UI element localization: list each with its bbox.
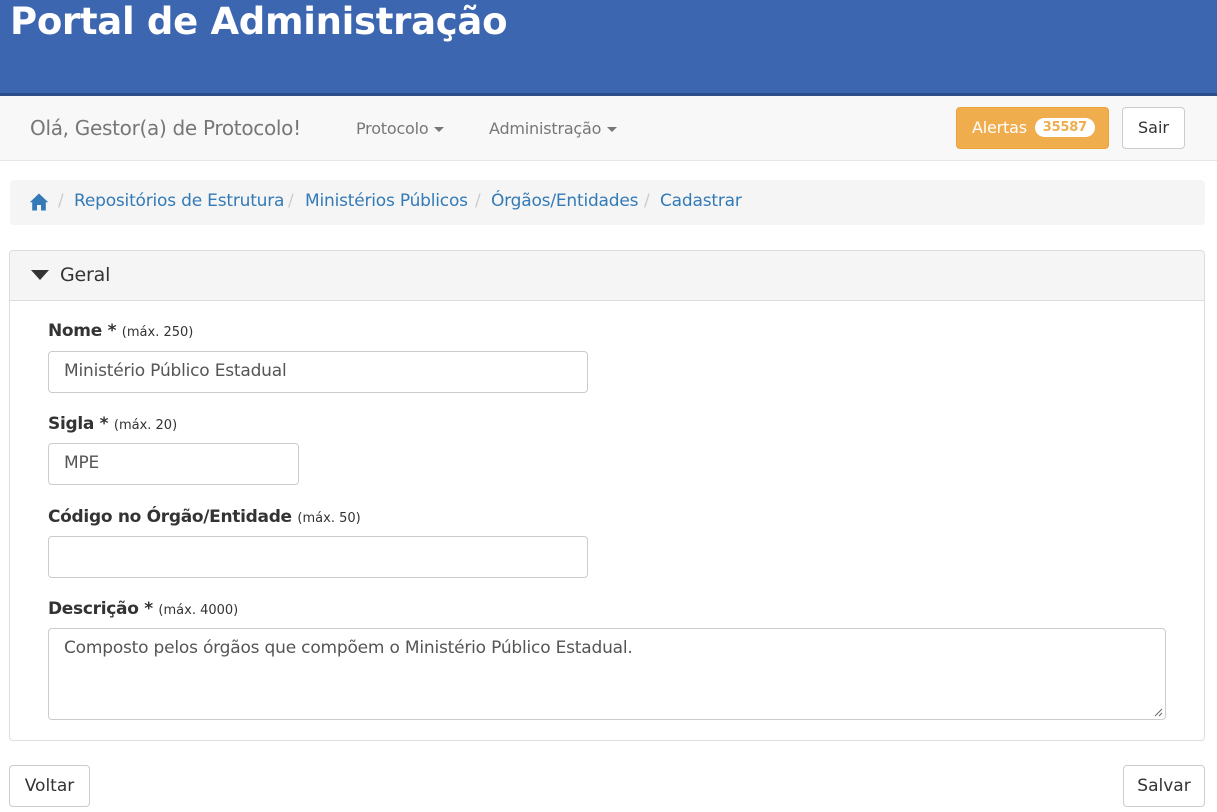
nome-hint: (máx. 250) <box>121 325 194 340</box>
nome-label: Nome * (máx. 250) <box>48 321 193 341</box>
menu-protocolo-label: Protocolo <box>356 119 429 138</box>
codigo-input[interactable] <box>48 536 588 578</box>
save-button[interactable]: Salvar <box>1123 765 1205 807</box>
breadcrumb-item-ministerios[interactable]: Ministérios Públicos <box>305 191 468 211</box>
menu-protocolo[interactable]: Protocolo <box>356 119 445 138</box>
breadcrumb-separator: / <box>58 191 64 211</box>
nome-label-text: Nome * <box>48 321 117 341</box>
descricao-textarea[interactable]: Composto pelos órgãos que compõem o Mini… <box>48 628 1166 720</box>
codigo-label: Código no Órgão/Entidade (máx. 50) <box>48 507 361 527</box>
descricao-label: Descrição * (máx. 4000) <box>48 599 238 619</box>
back-button[interactable]: Voltar <box>9 765 90 807</box>
descricao-text: Composto pelos órgãos que compõem o Mini… <box>64 638 633 658</box>
breadcrumb-separator: / <box>644 191 650 211</box>
breadcrumb-item-cadastrar[interactable]: Cadastrar <box>660 191 742 211</box>
resize-handle-icon[interactable] <box>1153 707 1163 717</box>
breadcrumb-item-orgaos[interactable]: Órgãos/Entidades <box>491 191 638 211</box>
top-banner: Portal de Administração <box>0 0 1217 96</box>
descricao-hint: (máx. 4000) <box>158 603 239 618</box>
breadcrumb-separator: / <box>288 191 294 211</box>
sigla-label-text: Sigla * <box>48 414 109 434</box>
menu-administracao[interactable]: Administração <box>489 119 618 138</box>
alerts-count-badge: 35587 <box>1034 118 1095 137</box>
breadcrumb-item-repositorios[interactable]: Repositórios de Estrutura <box>74 191 284 211</box>
general-panel: Geral Nome * (máx. 250) Ministério Públi… <box>9 250 1205 741</box>
alerts-button[interactable]: Alertas 35587 <box>956 107 1109 149</box>
logout-button[interactable]: Sair <box>1122 107 1185 149</box>
sigla-input[interactable]: MPE <box>48 443 299 485</box>
nome-input[interactable]: Ministério Público Estadual <box>48 351 588 393</box>
codigo-label-text: Código no Órgão/Entidade <box>48 507 292 527</box>
breadcrumb-separator: / <box>475 191 481 211</box>
menu-administracao-label: Administração <box>489 119 602 138</box>
descricao-label-text: Descrição * <box>48 599 153 619</box>
codigo-hint: (máx. 50) <box>297 511 361 526</box>
breadcrumb: / Repositórios de Estrutura / Ministério… <box>10 180 1205 225</box>
navbar: Olá, Gestor(a) de Protocolo! Protocolo A… <box>0 96 1217 161</box>
sigla-label: Sigla * (máx. 20) <box>48 414 177 434</box>
user-greeting: Olá, Gestor(a) de Protocolo! <box>30 116 301 140</box>
home-icon[interactable] <box>29 192 49 212</box>
caret-down-icon <box>434 127 445 132</box>
alerts-label: Alertas <box>972 118 1027 137</box>
collapse-triangle-icon <box>31 270 49 280</box>
panel-title: Geral <box>60 264 111 286</box>
sigla-hint: (máx. 20) <box>113 418 178 433</box>
panel-heading-toggle[interactable]: Geral <box>10 251 1204 301</box>
caret-down-icon <box>607 127 618 132</box>
portal-title: Portal de Administração <box>10 0 508 43</box>
